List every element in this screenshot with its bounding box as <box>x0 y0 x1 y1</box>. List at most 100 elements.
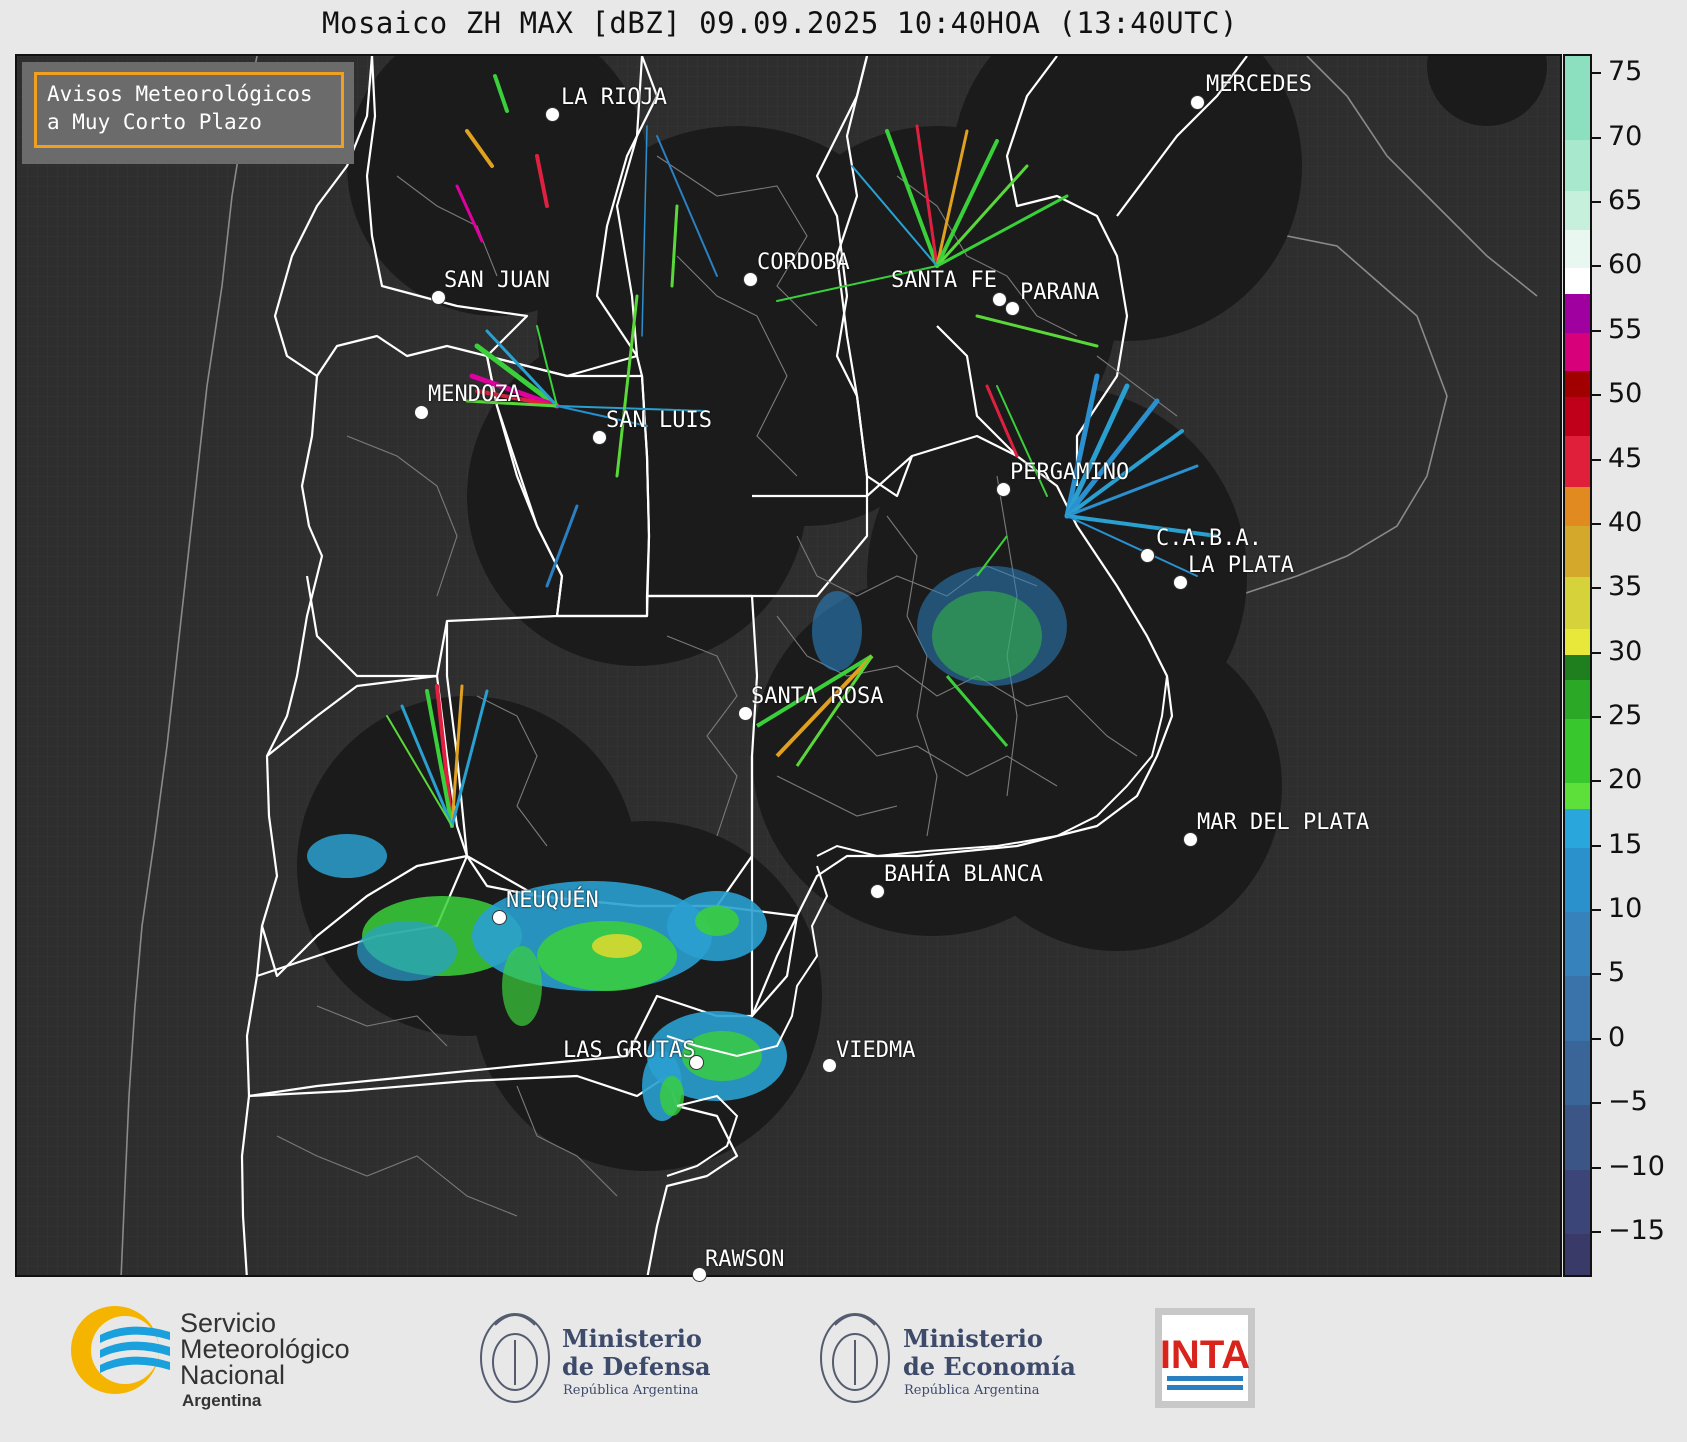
colorbar-tick-label: 5 <box>1608 957 1626 989</box>
city-label-pergamino: PERGAMINO <box>1010 460 1130 485</box>
colorbar-tick-mark <box>1592 522 1601 525</box>
city-label-parana: PARANA <box>1020 280 1100 305</box>
colorbar-segment <box>1565 294 1590 333</box>
colorbar-segment <box>1565 139 1590 192</box>
city-label-san-luis: SAN LUIS <box>606 408 712 433</box>
colorbar-segment <box>1565 1105 1590 1170</box>
city-label-viedma: VIEDMA <box>836 1038 916 1063</box>
smn-line-3: Nacional <box>180 1360 285 1390</box>
map-title: Mosaico ZH MAX [dBZ] 09.09.2025 10:40HOA… <box>322 6 1238 40</box>
colorbar-segment <box>1565 976 1590 1041</box>
city-label-san-juan: SAN JUAN <box>444 268 550 293</box>
colorbar-tick-mark <box>1592 201 1601 204</box>
smn-logo <box>71 1306 170 1394</box>
city-label-santa-fe: SANTA FE <box>891 268 997 293</box>
colorbar-tick-mark <box>1592 394 1601 397</box>
city-label-cordoba: CORDOBA <box>757 250 850 275</box>
city-marker-pergamino[interactable] <box>996 482 1011 497</box>
colorbar-tick-mark <box>1592 458 1601 461</box>
city-label-la-rioja: LA RIOJA <box>561 85 667 110</box>
colorbar-segment <box>1565 435 1590 488</box>
city-label-mercedes: MERCEDES <box>1206 72 1312 97</box>
city-marker-la-plata[interactable] <box>1173 575 1188 590</box>
colorbar-tick-label: 35 <box>1608 571 1643 603</box>
colorbar-tick-label: 45 <box>1608 442 1643 474</box>
city-marker-caba[interactable] <box>1140 548 1155 563</box>
colorbar-segment <box>1565 809 1590 848</box>
economia-line-3: República Argentina <box>904 1383 1040 1398</box>
colorbar-tick-label: 30 <box>1608 635 1643 667</box>
colorbar-tick-mark <box>1592 329 1601 332</box>
colorbar-tick-label: 50 <box>1608 378 1643 410</box>
colorbar-tick-label: −5 <box>1608 1086 1648 1118</box>
colorbar-segment <box>1565 680 1590 719</box>
city-label-mar-del-plata: MAR DEL PLATA <box>1197 810 1370 835</box>
colorbar-tick-mark <box>1592 844 1601 847</box>
colorbar-segment <box>1565 1169 1590 1234</box>
city-label-neuquen: NEUQUÉN <box>506 888 599 913</box>
colorbar-tick-label: 65 <box>1608 185 1643 217</box>
city-marker-mercedes[interactable] <box>1190 95 1205 110</box>
colorbar-segment <box>1565 56 1590 140</box>
colorbar-segment <box>1565 397 1590 436</box>
colorbar-segment <box>1565 525 1590 578</box>
city-marker-mendoza[interactable] <box>414 405 429 420</box>
colorbar-tick-label: 60 <box>1608 249 1643 281</box>
colorbar-segment <box>1565 912 1590 977</box>
defensa-line-3: República Argentina <box>563 1383 699 1398</box>
radar-map-svg <box>17 56 1560 1275</box>
footer-logos: Servicio Meteorológico Nacional Argentin… <box>0 1280 1687 1438</box>
colorbar-tick-mark <box>1592 1166 1601 1169</box>
city-marker-neuquen[interactable] <box>492 910 507 925</box>
colorbar-tick-label: 70 <box>1608 120 1643 152</box>
radar-map[interactable] <box>15 54 1562 1277</box>
colorbar <box>1563 54 1592 1277</box>
colorbar-tick-mark <box>1592 72 1601 75</box>
city-marker-parana[interactable] <box>1005 301 1020 316</box>
economia-line-1: Ministerio <box>903 1324 1043 1353</box>
colorbar-segment <box>1565 577 1590 629</box>
colorbar-segment <box>1565 718 1590 784</box>
colorbar-segment <box>1565 332 1590 372</box>
smn-line-4: Argentina <box>182 1391 262 1410</box>
colorbar-tick-mark <box>1592 136 1601 139</box>
city-label-caba: C.A.B.A. <box>1156 526 1262 551</box>
city-marker-san-luis[interactable] <box>592 430 607 445</box>
colorbar-tick-label: 0 <box>1608 1021 1626 1053</box>
city-label-bahia-blanca: BAHÍA BLANCA <box>884 862 1043 887</box>
colorbar-tick-mark <box>1592 909 1601 912</box>
city-marker-viedma[interactable] <box>822 1058 837 1073</box>
colorbar-segment <box>1565 1233 1590 1275</box>
inta-text: INTA <box>1160 1333 1250 1377</box>
city-marker-bahia-blanca[interactable] <box>870 884 885 899</box>
colorbar-tick-label: 20 <box>1608 764 1643 796</box>
city-marker-la-rioja[interactable] <box>545 107 560 122</box>
city-label-rawson: RAWSON <box>705 1247 785 1272</box>
city-marker-cordoba[interactable] <box>743 272 758 287</box>
colorbar-tick-label: 55 <box>1608 313 1643 345</box>
city-label-la-plata: LA PLATA <box>1188 553 1294 578</box>
colorbar-segment <box>1565 628 1590 655</box>
colorbar-segment <box>1565 783 1590 810</box>
colorbar-tick-mark <box>1592 651 1601 654</box>
colorbar-segment <box>1565 268 1590 295</box>
colorbar-segment <box>1565 654 1590 681</box>
colorbar-tick-mark <box>1592 780 1601 783</box>
colorbar-segment <box>1565 229 1590 269</box>
notice-line-2: a Muy Corto Plazo <box>47 110 262 134</box>
colorbar-segment <box>1565 487 1590 526</box>
colorbar-segment <box>1565 847 1590 913</box>
colorbar-segment <box>1565 191 1590 230</box>
colorbar-segment <box>1565 371 1590 398</box>
notice-label[interactable]: Avisos Meteorológicos a Muy Corto Plazo <box>34 72 344 148</box>
city-marker-mar-del-plata[interactable] <box>1183 832 1198 847</box>
colorbar-tick-mark <box>1592 1102 1601 1105</box>
city-label-las-grutas: LAS GRUTAS <box>563 1038 696 1063</box>
colorbar-tick-mark <box>1592 1230 1601 1233</box>
colorbar-tick-mark <box>1592 973 1601 976</box>
colorbar-tick-label: 75 <box>1608 56 1643 88</box>
colorbar-tick-mark <box>1592 1037 1601 1040</box>
colorbar-tick-mark <box>1592 265 1601 268</box>
colorbar-tick-mark <box>1592 587 1601 590</box>
colorbar-tick-label: 10 <box>1608 893 1643 925</box>
